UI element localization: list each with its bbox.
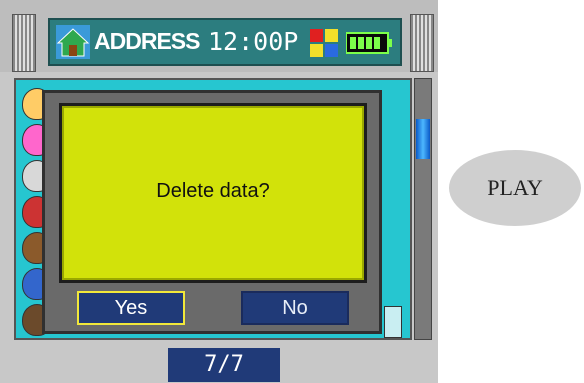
dialog-message: Delete data? <box>156 180 270 202</box>
scrollbar[interactable] <box>414 78 432 340</box>
app-title: ADDRESS <box>94 28 200 54</box>
device-frame: ADDRESS 12:00P Delete data? Yes No 7/7 <box>0 0 438 383</box>
scrollbar-thumb[interactable] <box>416 119 430 159</box>
delete-confirm-dialog: Delete data? Yes No <box>42 90 382 334</box>
status-bar: ADDRESS 12:00P <box>48 18 402 66</box>
clock: 12:00P <box>208 27 299 56</box>
play-button[interactable]: PLAY <box>449 150 581 226</box>
yes-button[interactable]: Yes <box>77 291 185 325</box>
list-corner-box <box>384 306 402 338</box>
battery-icon <box>346 32 392 54</box>
apps-grid-icon[interactable] <box>310 29 338 57</box>
no-button[interactable]: No <box>241 291 349 325</box>
left-grip-handle <box>12 14 36 72</box>
home-icon[interactable] <box>56 25 90 59</box>
dialog-message-panel: Delete data? <box>59 103 367 283</box>
page-indicator: 7/7 <box>168 348 280 382</box>
top-bar: ADDRESS 12:00P <box>0 0 438 72</box>
right-grip-handle <box>410 14 434 72</box>
